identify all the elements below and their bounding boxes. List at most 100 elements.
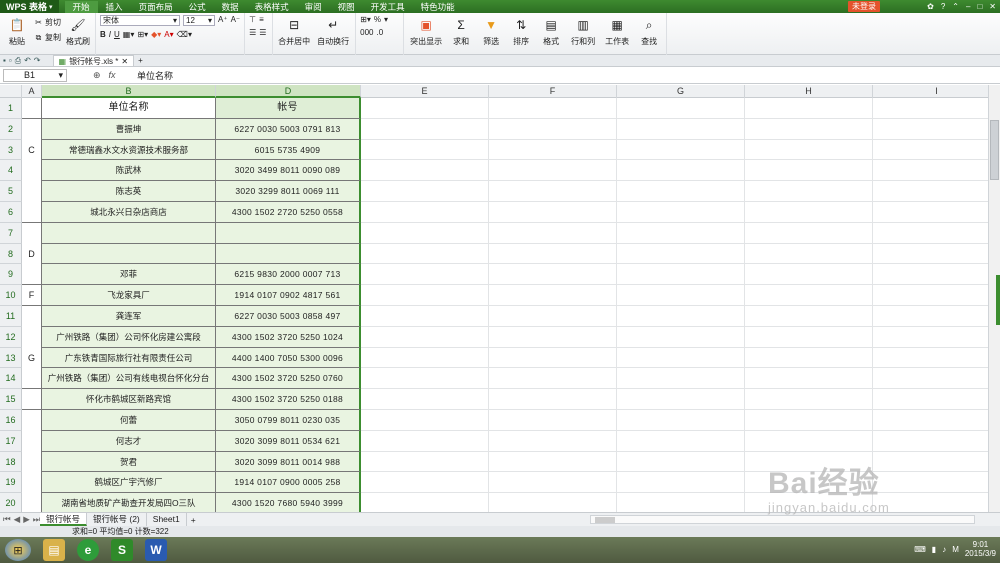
- thousands-icon[interactable]: 000: [360, 28, 373, 37]
- cell-unit-name[interactable]: 飞龙家具厂: [42, 285, 216, 306]
- format-painter-button[interactable]: 🖌 格式刷: [65, 15, 91, 47]
- row-col-button[interactable]: ▥ 行和列: [568, 15, 598, 47]
- empty-cell[interactable]: [745, 201, 873, 223]
- cell-a[interactable]: [22, 451, 42, 473]
- cell-account-number[interactable]: 6227 0030 5003 0791 813: [216, 118, 361, 140]
- empty-cell[interactable]: [745, 368, 873, 390]
- row-header[interactable]: 6: [0, 201, 22, 223]
- empty-cell[interactable]: [361, 430, 489, 452]
- empty-cell[interactable]: [873, 160, 988, 182]
- font-size-select[interactable]: 12 ▾: [183, 15, 215, 26]
- browser-taskbar-icon[interactable]: e: [77, 539, 99, 561]
- cell-unit-name[interactable]: [42, 243, 216, 265]
- undo-icon[interactable]: ↶: [24, 56, 31, 66]
- paste-button[interactable]: 📋 粘贴: [4, 15, 30, 47]
- column-header-f[interactable]: F: [489, 85, 617, 98]
- cell-a[interactable]: [22, 430, 42, 452]
- column-header-i[interactable]: I: [873, 85, 988, 98]
- fill-color-icon[interactable]: ◆▾: [151, 30, 161, 39]
- cell-unit-name[interactable]: 鹤城区广宇汽修厂: [42, 472, 216, 494]
- empty-cell[interactable]: [745, 222, 873, 244]
- empty-cell[interactable]: [873, 493, 988, 512]
- cut-button[interactable]: ✂ 剪切: [34, 17, 61, 28]
- cell-account-number[interactable]: 3050 0799 8011 0230 035: [216, 409, 361, 431]
- empty-cell[interactable]: [873, 452, 988, 473]
- sheet-tab-1[interactable]: 银行帐号: [40, 513, 88, 526]
- empty-cell[interactable]: [617, 409, 745, 431]
- empty-cell[interactable]: [745, 264, 873, 286]
- empty-cell[interactable]: [745, 451, 873, 473]
- row-header[interactable]: 16: [0, 409, 22, 431]
- menu-tab-data[interactable]: 数据: [214, 1, 247, 13]
- cell-unit-name[interactable]: 贺君: [42, 451, 216, 473]
- row-header[interactable]: 19: [0, 472, 22, 494]
- empty-cell[interactable]: [361, 98, 489, 119]
- empty-cell[interactable]: [745, 160, 873, 182]
- empty-cell[interactable]: [489, 472, 617, 494]
- empty-cell[interactable]: [873, 223, 988, 244]
- empty-cell[interactable]: [489, 326, 617, 348]
- align-top-icon[interactable]: ⊤: [249, 15, 256, 24]
- column-header-b[interactable]: B: [42, 85, 216, 98]
- font-name-select[interactable]: 宋体 ▾: [100, 15, 180, 26]
- menu-tab-page-layout[interactable]: 页面布局: [131, 1, 181, 13]
- copy-button[interactable]: ⧉ 复制: [34, 32, 61, 43]
- empty-cell[interactable]: [617, 451, 745, 473]
- empty-cell[interactable]: [745, 347, 873, 369]
- start-button[interactable]: ⊞: [5, 539, 31, 561]
- row-header[interactable]: 10: [0, 285, 22, 306]
- empty-cell[interactable]: [617, 181, 745, 202]
- empty-cell[interactable]: [489, 389, 617, 410]
- empty-cell[interactable]: [617, 264, 745, 286]
- minimize-ribbon-icon[interactable]: ⌃: [952, 0, 959, 13]
- cell-unit-name[interactable]: 邓菲: [42, 264, 216, 286]
- cell-account-number[interactable]: 6015 5735 4909: [216, 139, 361, 161]
- row-header[interactable]: 4: [0, 160, 22, 182]
- cell-a[interactable]: [22, 264, 42, 286]
- empty-cell[interactable]: [617, 98, 745, 119]
- cell-unit-name[interactable]: 陈志英: [42, 181, 216, 202]
- empty-cell[interactable]: [361, 118, 489, 140]
- select-all-corner[interactable]: [0, 85, 22, 98]
- cell-account-number[interactable]: [216, 243, 361, 265]
- cell-unit-name[interactable]: 怀化市鹤城区新路宾馆: [42, 389, 216, 410]
- empty-cell[interactable]: [745, 493, 873, 512]
- cell-a[interactable]: [22, 409, 42, 431]
- empty-cell[interactable]: [361, 389, 489, 410]
- merge-center-button[interactable]: ⊟ 合并居中: [277, 15, 311, 47]
- empty-cell[interactable]: [489, 118, 617, 140]
- empty-cell[interactable]: [617, 326, 745, 348]
- empty-cell[interactable]: [745, 472, 873, 494]
- side-panel-handle[interactable]: [996, 275, 1000, 325]
- empty-cell[interactable]: [873, 98, 988, 119]
- cell-account-number[interactable]: 4300 1502 3720 5250 1024: [216, 326, 361, 348]
- empty-cell[interactable]: [361, 305, 489, 327]
- row-header[interactable]: 14: [0, 368, 22, 390]
- cell-account-number[interactable]: 4300 1502 3720 5250 0760: [216, 368, 361, 390]
- empty-cell[interactable]: [489, 305, 617, 327]
- file-tab[interactable]: ▦ 银行帐号.xls * ✕: [52, 55, 135, 66]
- empty-cell[interactable]: [745, 118, 873, 140]
- input-method-icon[interactable]: M: [952, 545, 959, 554]
- wps-spreadsheet-taskbar-icon[interactable]: S: [111, 539, 133, 561]
- empty-cell[interactable]: [489, 430, 617, 452]
- empty-cell[interactable]: [617, 285, 745, 306]
- number-format-icon[interactable]: ⊞▾: [360, 15, 371, 24]
- column-header-e[interactable]: E: [361, 85, 489, 98]
- empty-cell[interactable]: [617, 472, 745, 494]
- column-header-h[interactable]: H: [745, 85, 873, 98]
- empty-cell[interactable]: [489, 139, 617, 161]
- cell-unit-name[interactable]: 龚连军: [42, 305, 216, 327]
- menu-tab-home[interactable]: 开始: [64, 0, 98, 13]
- save-icon[interactable]: ▪: [3, 56, 6, 66]
- h-scroll-thumb[interactable]: [595, 517, 615, 523]
- empty-cell[interactable]: [617, 368, 745, 390]
- header-cell-unit-name[interactable]: 单位名称: [42, 98, 216, 119]
- cell-unit-name[interactable]: 广东铁青国际旅行社有限责任公司: [42, 347, 216, 369]
- cell-account-number[interactable]: 3020 3299 8011 0069 111: [216, 181, 361, 202]
- empty-cell[interactable]: [361, 201, 489, 223]
- empty-cell[interactable]: [489, 181, 617, 202]
- empty-cell[interactable]: [361, 264, 489, 286]
- cell-a[interactable]: F: [22, 285, 42, 306]
- column-header-a[interactable]: A: [22, 85, 42, 98]
